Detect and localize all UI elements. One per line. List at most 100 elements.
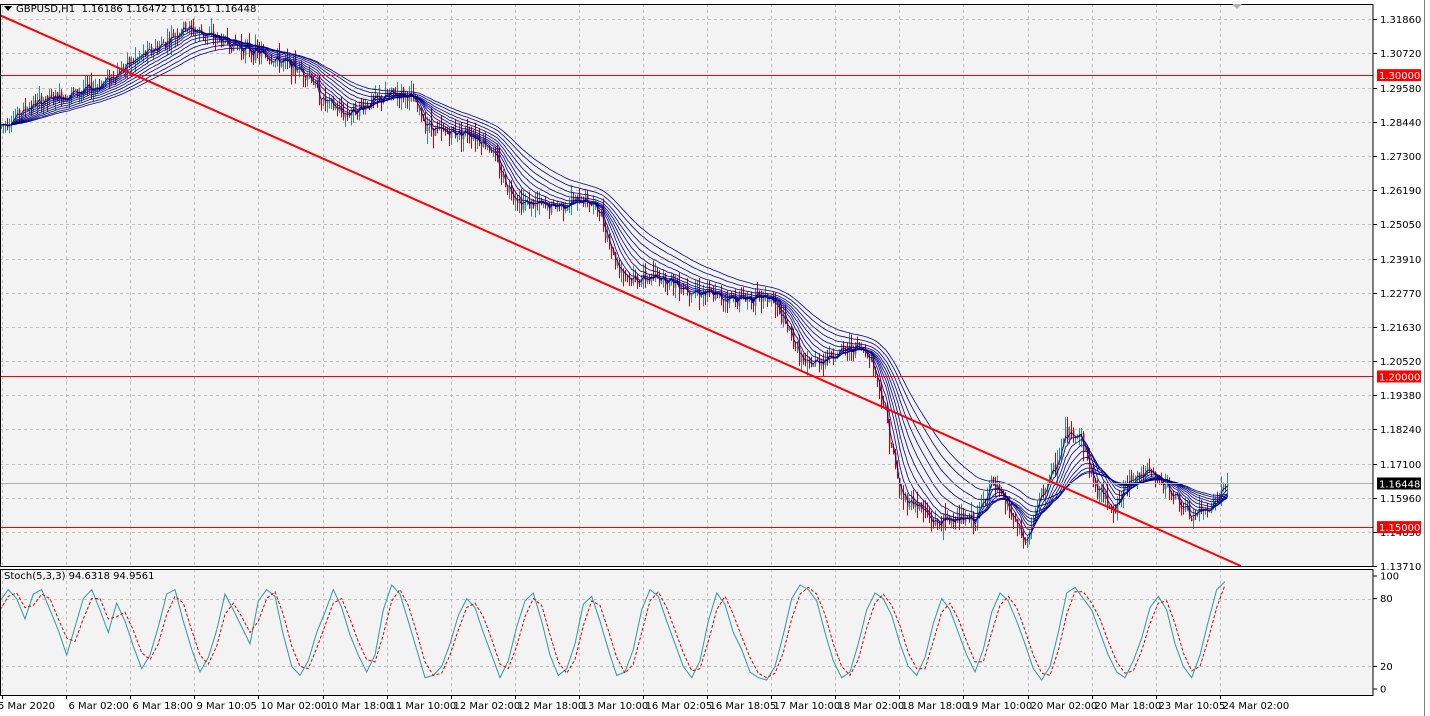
- candle-up: [979, 508, 981, 510]
- candle-down: [305, 77, 307, 81]
- candle-down: [795, 346, 797, 348]
- y-tick-label: 1.15960: [1380, 494, 1421, 505]
- candle-down: [321, 104, 323, 106]
- candle-up: [515, 199, 517, 201]
- candle-up: [427, 126, 429, 131]
- y-tick-label: 1.27300: [1380, 152, 1421, 163]
- x-tick-label: 9 Mar 10:05: [197, 701, 257, 712]
- y-tick-label: 1.22770: [1380, 289, 1421, 300]
- candle-up: [633, 276, 635, 283]
- candle-up: [297, 71, 299, 73]
- candle-down: [1013, 517, 1015, 519]
- candle-up: [1209, 511, 1211, 513]
- level-tag: 1.15000: [1379, 523, 1420, 534]
- stoch-tick-label: 80: [1380, 594, 1393, 605]
- candle-up: [935, 519, 937, 526]
- candle-up: [1027, 539, 1029, 544]
- candle-down: [1131, 475, 1133, 481]
- candle-up: [127, 57, 129, 67]
- candle-up: [739, 294, 741, 307]
- y-tick-label: 1.20520: [1380, 357, 1421, 368]
- y-tick-label: 1.19380: [1380, 391, 1421, 402]
- y-tick-label: 1.21630: [1380, 323, 1421, 334]
- candle-down: [817, 359, 819, 361]
- x-tick-label: 10 Mar 02:00: [261, 701, 328, 712]
- candle-up: [901, 493, 903, 495]
- symbol-label: GBPUSD,H1: [16, 4, 76, 15]
- x-tick-label: 16 Mar 02:05: [646, 701, 713, 712]
- candle-down: [1171, 494, 1173, 497]
- stoch-tick-label: 100: [1380, 572, 1399, 583]
- candle-up: [451, 127, 453, 139]
- candle-up: [617, 264, 619, 266]
- candle-down: [967, 516, 969, 518]
- candle-down: [903, 493, 905, 501]
- x-tick-label: 18 Mar 02:00: [838, 701, 905, 712]
- candle-down: [51, 94, 53, 97]
- candle-down: [639, 283, 641, 285]
- candle-up: [801, 355, 803, 362]
- candle-up: [681, 288, 683, 294]
- x-tick-label: 18 Mar 18:00: [902, 701, 969, 712]
- y-tick-label: 1.29580: [1380, 84, 1421, 95]
- x-tick-label: 20 Mar 02:00: [1031, 701, 1098, 712]
- level-tag: 1.30000: [1379, 71, 1420, 82]
- candle-up: [531, 200, 533, 209]
- stoch-tick-label: 20: [1380, 662, 1393, 673]
- candle-up: [1223, 485, 1225, 487]
- candle-up: [327, 100, 329, 104]
- candle-down: [191, 25, 193, 27]
- y-tick-label: 1.17100: [1380, 460, 1421, 471]
- current-price-tag: 1.16448: [1379, 479, 1420, 490]
- x-tick-label: 12 Mar 18:00: [518, 701, 585, 712]
- chart-menu-icon[interactable]: [4, 6, 12, 11]
- stoch-tick-label: 0: [1380, 685, 1386, 696]
- candle-down: [591, 205, 593, 207]
- candle-down: [1025, 542, 1027, 544]
- candle-down: [723, 300, 725, 303]
- candle-up: [607, 236, 609, 239]
- candle-up: [323, 95, 325, 105]
- candle-down: [357, 115, 359, 117]
- candle-down: [869, 357, 871, 361]
- candle-down: [933, 521, 935, 526]
- indicator-label: Stoch(5,3,3) 94.6318 94.9561: [4, 571, 155, 582]
- y-tick-label: 1.18240: [1380, 425, 1421, 436]
- candle-up: [149, 47, 151, 49]
- chart: 1.31860 1.30720 1.29580 1.28440 1.27300 1.261…: [0, 0, 1430, 716]
- candle-down: [1181, 508, 1183, 510]
- y-tick-label: 1.25050: [1380, 220, 1421, 231]
- candle-down: [891, 443, 893, 448]
- x-tick-label: 19 Mar 10:00: [966, 701, 1033, 712]
- candle-down: [1043, 488, 1045, 494]
- y-tick-label: 1.30720: [1380, 49, 1421, 60]
- y-tick-label: 1.28440: [1380, 118, 1421, 129]
- candle-down: [163, 42, 165, 44]
- candle-down: [501, 173, 503, 177]
- candle-down: [1071, 429, 1073, 431]
- x-tick-label: 13 Mar 10:00: [582, 701, 649, 712]
- y-tick-label: 1.31860: [1380, 15, 1421, 26]
- candle-up: [273, 62, 275, 64]
- candle-up: [621, 270, 623, 273]
- x-tick-label: 10 Mar 18:00: [326, 701, 393, 712]
- candle-down: [955, 522, 957, 524]
- candle-down: [811, 361, 813, 367]
- candle-down: [667, 285, 669, 287]
- candle-down: [1191, 518, 1193, 522]
- candle-up: [565, 209, 567, 211]
- candle-down: [41, 96, 43, 109]
- x-tick-label: 16 Mar 18:05: [710, 701, 777, 712]
- candle-down: [25, 106, 27, 111]
- candle-down: [1149, 466, 1151, 471]
- candle-down: [975, 525, 977, 527]
- candle-up: [701, 295, 703, 298]
- x-tick-label: 5 Mar 2020: [0, 701, 55, 712]
- candle-up: [1053, 464, 1055, 470]
- candle-up: [1099, 492, 1101, 498]
- candle-up: [457, 135, 459, 137]
- x-tick-label: 6 Mar 18:00: [133, 701, 193, 712]
- candle-up: [435, 126, 437, 136]
- stoch-plot-area: [0, 569, 1373, 695]
- x-tick-label: 17 Mar 10:00: [774, 701, 841, 712]
